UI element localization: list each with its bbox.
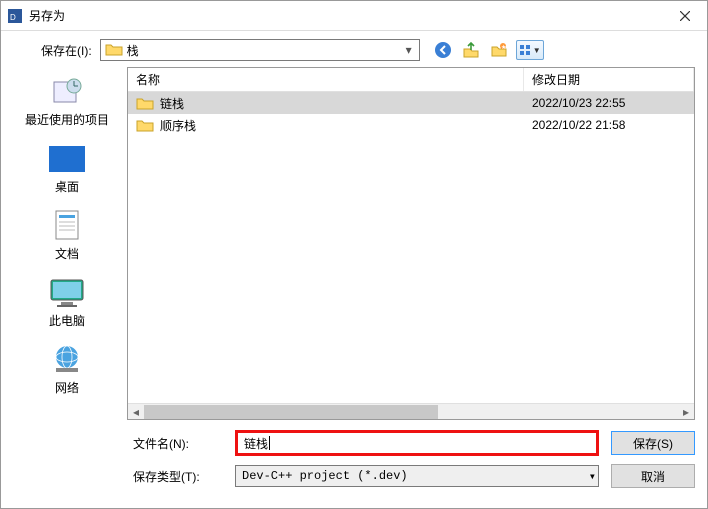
scroll-thumb[interactable] bbox=[144, 405, 438, 419]
chevron-down-icon: ▾ bbox=[401, 41, 417, 59]
sidebar-item-label: 桌面 bbox=[55, 178, 79, 195]
computer-icon bbox=[47, 276, 87, 310]
bottom-form: 文件名(N): 链栈 保存(S) 保存类型(T): Dev-C++ projec… bbox=[13, 430, 695, 496]
list-body[interactable]: 链栈 2022/10/23 22:55 顺序栈 2022/10/22 21:58 bbox=[128, 92, 694, 403]
views-button[interactable]: ▼ bbox=[516, 40, 544, 60]
table-row[interactable]: 链栈 2022/10/23 22:55 bbox=[128, 92, 694, 114]
filetype-label: 保存类型(T): bbox=[133, 468, 223, 485]
back-button[interactable] bbox=[432, 39, 454, 61]
file-list: 名称 修改日期 链栈 2022/10/23 22:55 顺序栈 2022/10/22 … bbox=[127, 67, 695, 420]
lookin-row: 保存在(I): 栈 ▾ ★ ▼ bbox=[13, 39, 695, 61]
file-name: 链栈 bbox=[160, 95, 184, 112]
file-name: 顺序栈 bbox=[160, 117, 196, 134]
text-caret bbox=[269, 436, 270, 450]
desktop-icon bbox=[47, 142, 87, 176]
list-header: 名称 修改日期 bbox=[128, 68, 694, 92]
sidebar-item-label: 网络 bbox=[55, 379, 79, 396]
sidebar-item-label: 文档 bbox=[55, 245, 79, 262]
titlebar: D 另存为 bbox=[1, 1, 707, 31]
cancel-button[interactable]: 取消 bbox=[611, 464, 695, 488]
sidebar-item-thispc[interactable]: 此电脑 bbox=[13, 272, 121, 333]
close-button[interactable] bbox=[662, 1, 707, 31]
lookin-combo[interactable]: 栈 ▾ bbox=[100, 39, 420, 61]
network-icon bbox=[47, 343, 87, 377]
horizontal-scrollbar[interactable]: ◂ ▸ bbox=[128, 403, 694, 419]
saveas-dialog: D 另存为 保存在(I): 栈 ▾ bbox=[0, 0, 708, 509]
cell-date: 2022/10/22 21:58 bbox=[524, 118, 694, 132]
save-button[interactable]: 保存(S) bbox=[611, 431, 695, 455]
chevron-down-icon: ▼ bbox=[533, 46, 541, 55]
sidebar-item-label: 最近使用的项目 bbox=[25, 111, 109, 128]
app-icon: D bbox=[7, 8, 23, 24]
new-folder-button[interactable]: ★ bbox=[488, 39, 510, 61]
filename-label: 文件名(N): bbox=[133, 435, 223, 452]
documents-icon bbox=[47, 209, 87, 243]
folder-icon bbox=[136, 96, 154, 110]
sidebar-item-network[interactable]: 网络 bbox=[13, 339, 121, 400]
scroll-left-icon: ◂ bbox=[128, 405, 144, 419]
cell-name: 顺序栈 bbox=[128, 117, 524, 134]
lookin-label: 保存在(I): bbox=[41, 42, 92, 59]
up-button[interactable] bbox=[460, 39, 482, 61]
filename-input[interactable]: 链栈 bbox=[235, 430, 599, 456]
filename-value: 链栈 bbox=[244, 435, 268, 452]
close-icon bbox=[680, 11, 690, 21]
sidebar-item-label: 此电脑 bbox=[49, 312, 85, 329]
sidebar-item-documents[interactable]: 文档 bbox=[13, 205, 121, 266]
table-row[interactable]: 顺序栈 2022/10/22 21:58 bbox=[128, 114, 694, 136]
sidebar-item-desktop[interactable]: 桌面 bbox=[13, 138, 121, 199]
scroll-right-icon: ▸ bbox=[678, 405, 694, 419]
folder-icon bbox=[105, 42, 123, 59]
filetype-value: Dev-C++ project (*.dev) bbox=[242, 469, 408, 483]
recent-icon bbox=[47, 75, 87, 109]
views-icon bbox=[519, 44, 531, 56]
places-sidebar: 最近使用的项目 桌面 文档 bbox=[13, 67, 121, 420]
svg-text:D: D bbox=[10, 13, 16, 22]
title-text: 另存为 bbox=[29, 7, 65, 24]
column-date[interactable]: 修改日期 bbox=[524, 68, 694, 91]
svg-text:★: ★ bbox=[501, 44, 506, 51]
lookin-value: 栈 bbox=[127, 42, 401, 59]
folder-icon bbox=[136, 118, 154, 132]
column-name[interactable]: 名称 bbox=[128, 68, 524, 91]
cell-date: 2022/10/23 22:55 bbox=[524, 96, 694, 110]
sidebar-item-recent[interactable]: 最近使用的项目 bbox=[13, 71, 121, 132]
nav-toolbar: ★ ▼ bbox=[428, 39, 544, 61]
cell-name: 链栈 bbox=[128, 95, 524, 112]
filetype-combo[interactable]: Dev-C++ project (*.dev) ▾ bbox=[235, 465, 599, 487]
chevron-down-icon: ▾ bbox=[589, 469, 596, 484]
